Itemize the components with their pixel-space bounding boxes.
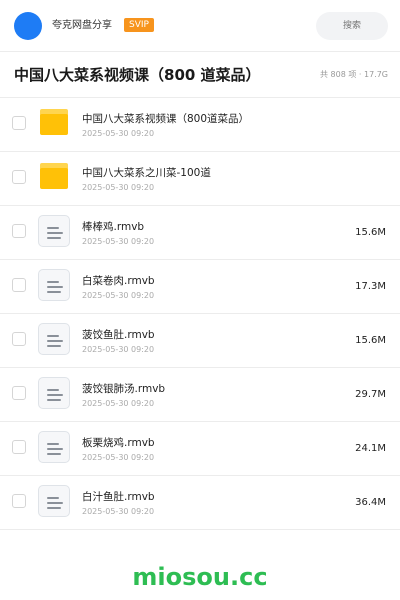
file-size: 15.6M: [355, 335, 386, 346]
search-input[interactable]: [316, 12, 388, 40]
file-row[interactable]: 白汁鱼肚.rmvb 2025-05-30 09:20 36.4M: [0, 476, 400, 530]
file-date: 2025-05-30 09:20: [82, 453, 155, 462]
file-size: 36.4M: [355, 497, 386, 508]
file-name: 白菜卷肉.rmvb: [82, 275, 155, 287]
file-row[interactable]: 白菜卷肉.rmvb 2025-05-30 09:20 17.3M: [0, 260, 400, 314]
select-checkbox[interactable]: [12, 116, 26, 130]
page-title: 中国八大菜系视频课（800 道菜品）: [14, 66, 261, 84]
file-date: 2025-05-30 09:20: [82, 237, 155, 246]
file-row[interactable]: 菠饺银肺汤.rmvb 2025-05-30 09:20 29.7M: [0, 368, 400, 422]
file-date: 2025-05-30 09:20: [82, 399, 155, 408]
file-name: 棒棒鸡.rmvb: [82, 221, 145, 233]
file-list: 中国八大菜系视频课（800道菜品） 2025-05-30 09:20 中国八大菜…: [0, 98, 400, 530]
file-name: 中国八大菜系之川菜-100道: [82, 167, 211, 179]
file-row[interactable]: 中国八大菜系视频课（800道菜品） 2025-05-30 09:20: [0, 98, 400, 152]
video-file-icon: [38, 431, 70, 463]
title-row: 中国八大菜系视频课（800 道菜品） 共 808 项 · 17.7G: [0, 52, 400, 98]
video-file-icon: [38, 485, 70, 517]
folder-icon: [40, 109, 68, 135]
folder-icon: [40, 163, 68, 189]
file-size: 24.1M: [355, 443, 386, 454]
file-name: 中国八大菜系视频课（800道菜品）: [82, 113, 250, 125]
file-row[interactable]: 棒棒鸡.rmvb 2025-05-30 09:20 15.6M: [0, 206, 400, 260]
svip-badge: SVIP: [124, 18, 154, 32]
video-file-icon: [38, 377, 70, 409]
video-file-icon: [38, 323, 70, 355]
file-name: 板栗烧鸡.rmvb: [82, 437, 155, 449]
file-date: 2025-05-30 09:20: [82, 129, 155, 138]
file-row[interactable]: 板栗烧鸡.rmvb 2025-05-30 09:20 24.1M: [0, 422, 400, 476]
file-date: 2025-05-30 09:20: [82, 345, 155, 354]
file-summary: 共 808 项 · 17.7G: [320, 70, 388, 79]
avatar[interactable]: [14, 12, 42, 40]
file-size: 15.6M: [355, 227, 386, 238]
watermark: miosou.cc: [132, 563, 268, 591]
select-checkbox[interactable]: [12, 224, 26, 238]
select-checkbox[interactable]: [12, 278, 26, 292]
select-checkbox[interactable]: [12, 440, 26, 454]
file-name: 菠饺银肺汤.rmvb: [82, 383, 166, 395]
file-date: 2025-05-30 09:20: [82, 507, 155, 516]
select-checkbox[interactable]: [12, 170, 26, 184]
select-checkbox[interactable]: [12, 494, 26, 508]
sharer-name: 夸克网盘分享: [52, 20, 112, 31]
select-checkbox[interactable]: [12, 386, 26, 400]
video-file-icon: [38, 269, 70, 301]
select-checkbox[interactable]: [12, 332, 26, 346]
file-date: 2025-05-30 09:20: [82, 291, 155, 300]
file-size: 17.3M: [355, 281, 386, 292]
file-name: 菠饺鱼肚.rmvb: [82, 329, 155, 341]
file-name: 白汁鱼肚.rmvb: [82, 491, 155, 503]
file-date: 2025-05-30 09:20: [82, 183, 155, 192]
file-row[interactable]: 菠饺鱼肚.rmvb 2025-05-30 09:20 15.6M: [0, 314, 400, 368]
share-header: 夸克网盘分享 SVIP: [0, 0, 400, 52]
file-row[interactable]: 中国八大菜系之川菜-100道 2025-05-30 09:20: [0, 152, 400, 206]
video-file-icon: [38, 215, 70, 247]
file-size: 29.7M: [355, 389, 386, 400]
